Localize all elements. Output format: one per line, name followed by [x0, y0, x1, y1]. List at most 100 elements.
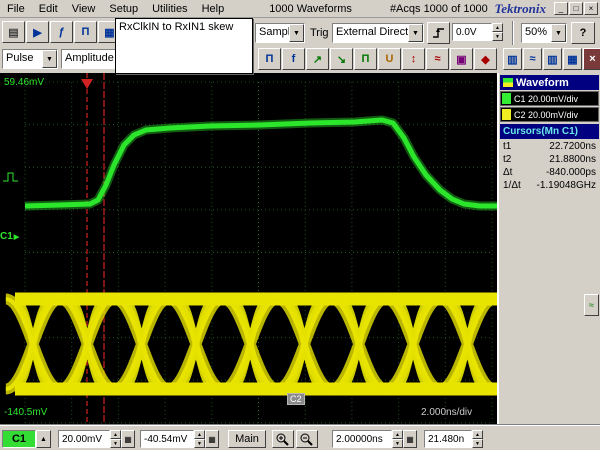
c1-waveform-trace — [25, 120, 497, 206]
chevron-down-icon[interactable]: ▼ — [408, 24, 423, 42]
scope-canvas — [0, 73, 497, 425]
cursors-header: Cursors(Mn C1) — [500, 124, 599, 139]
increment-button[interactable]: ▲ — [392, 430, 403, 439]
menu-utilities[interactable]: Utilities — [145, 2, 194, 16]
waveform-header-label: Waveform — [516, 77, 569, 89]
c1-channel-marker[interactable]: C1 ▶ — [0, 231, 19, 242]
status-bar: C1 ▲ 20.00mV ▲ ▼ ▦ -40.54mV ▲ ▼ ▦ Main — [0, 425, 600, 450]
chevron-down-icon[interactable]: ▼ — [551, 24, 566, 42]
eye-mask-icon[interactable]: ◆ — [474, 48, 497, 70]
main-timebase-button[interactable]: Main — [228, 430, 266, 448]
decrement-button[interactable]: ▼ — [110, 439, 121, 448]
increment-button[interactable]: ▲ — [194, 430, 205, 439]
channel-scale-label: C1 20.00mV/div — [514, 94, 578, 104]
mask-test-icon[interactable]: ▦ — [563, 48, 582, 70]
trigger-slope-button[interactable] — [427, 22, 450, 44]
pk-pk-icon[interactable]: ↕ — [402, 48, 425, 70]
context-help-button[interactable]: ? — [571, 22, 595, 44]
c1-waveform-trace — [25, 120, 497, 206]
channel-list: C1 20.00mV/div C2 20.00mV/div — [499, 91, 600, 122]
decrement-button[interactable]: ▼ — [194, 439, 205, 448]
vertical-position-control: -40.54mV ▲ ▼ ▦ — [140, 430, 219, 448]
menu-view[interactable]: View — [65, 2, 103, 16]
vertical-position-field[interactable]: -40.54mV — [140, 430, 194, 448]
pulse-define-icon[interactable]: Π — [74, 21, 97, 43]
cursor-readout-row: t221.8800ns — [499, 153, 600, 166]
math-fx-icon[interactable]: ƒ — [50, 21, 73, 43]
chevron-down-icon[interactable]: ▼ — [42, 50, 57, 68]
magnifier-plus-icon — [275, 432, 291, 447]
display-zoom-value: 50% — [522, 24, 551, 42]
keypad-icon[interactable]: ▦ — [205, 430, 219, 448]
increment-button[interactable]: ▲ — [492, 23, 503, 32]
rms-icon[interactable]: ≈ — [426, 48, 449, 70]
decrement-button[interactable]: ▼ — [492, 32, 503, 41]
zoom-out-button[interactable] — [296, 430, 318, 448]
period-icon[interactable]: Π — [258, 48, 281, 70]
minimize-button[interactable]: _ — [554, 2, 568, 15]
pos-width-icon[interactable]: Π — [354, 48, 377, 70]
readout-name: t1 — [503, 141, 511, 152]
c2-ground-marker: C2 — [287, 393, 305, 405]
channel-color-chip — [502, 109, 511, 120]
menu-edit[interactable]: Edit — [32, 2, 65, 16]
channel-row-c1[interactable]: C1 20.00mV/div — [500, 91, 599, 106]
readout-name: 1/Δt — [503, 180, 521, 191]
frequency-icon[interactable]: f — [282, 48, 305, 70]
keypad-icon[interactable]: ▦ — [403, 430, 417, 448]
decrement-button[interactable]: ▼ — [472, 439, 483, 448]
measurement-class-select[interactable]: Pulse ▼ — [2, 49, 58, 69]
arrow-right-icon: ▶ — [14, 233, 19, 241]
panel-toggle-button[interactable]: ≈ — [584, 294, 599, 316]
close-button[interactable]: × — [584, 2, 598, 15]
waveform-side-panel: Waveform C1 20.00mV/div C2 20.00mV/div Cu… — [497, 73, 600, 425]
pointer-icon[interactable]: ▶ — [26, 21, 49, 43]
trigger-source-select[interactable]: External Direct ▼ — [332, 23, 424, 43]
histogram-icon[interactable]: ▥ — [543, 48, 562, 70]
multiview-icon[interactable]: ▥ — [503, 48, 522, 70]
trig-label: Trig — [310, 27, 329, 39]
cursor-readout-row: t1 22.7200ns — [499, 140, 600, 153]
trigger-level-icon — [3, 173, 18, 181]
keypad-icon[interactable]: ▦ — [121, 430, 135, 448]
waveform-header: Waveform — [500, 75, 599, 90]
readout-name: t2 — [503, 154, 511, 165]
zoom-in-button[interactable] — [272, 430, 294, 448]
annotation-text: RxClkIN to RxIN1 skew — [119, 21, 233, 33]
menu-help[interactable]: Help — [195, 2, 232, 16]
help-icon: ? — [580, 27, 587, 39]
neg-width-icon[interactable]: U — [378, 48, 401, 70]
printer-icon[interactable]: ▤ — [2, 21, 25, 43]
channel-select[interactable]: C1 ▲ — [2, 430, 51, 448]
cursor-readout-row: Δt-840.000ps — [499, 166, 600, 179]
chevron-down-icon[interactable]: ▼ — [289, 24, 304, 42]
vertical-scale-control: 20.00mV ▲ ▼ ▦ — [58, 430, 135, 448]
maximize-button[interactable]: □ — [569, 2, 583, 15]
trigger-level-field[interactable]: 0.0V — [452, 23, 492, 41]
rise-time-icon[interactable]: ↗ — [306, 48, 329, 70]
trigger-source-value: External Direct — [333, 24, 408, 42]
close-toolbar-icon[interactable]: × — [583, 48, 600, 70]
increment-button[interactable]: ▲ — [110, 430, 121, 439]
rising-edge-icon — [431, 25, 447, 41]
vertical-scale-field[interactable]: 20.00mV — [58, 430, 110, 448]
waveform-display[interactable]: 59.46mV C1 ▶ -140.5mV C2 2.000ns/div — [0, 73, 497, 425]
toolbar-separator — [512, 21, 514, 45]
readout-value: 22.7200ns — [549, 141, 596, 152]
channel-row-c2[interactable]: C2 20.00mV/div — [500, 107, 599, 122]
channel-select-value[interactable]: C1 — [2, 430, 36, 448]
chevron-up-icon[interactable]: ▲ — [36, 430, 51, 448]
fall-time-icon[interactable]: ↘ — [330, 48, 353, 70]
display-zoom-select[interactable]: 50% ▼ — [521, 23, 567, 43]
gated-measure-icon[interactable]: ▣ — [450, 48, 473, 70]
acquisition-mode-select[interactable]: Sample ▼ — [255, 23, 305, 43]
readout-value: -1.19048GHz — [537, 180, 596, 191]
menu-file[interactable]: File — [0, 2, 32, 16]
menu-setup[interactable]: Setup — [102, 2, 145, 16]
annotation-popup[interactable]: RxClkIN to RxIN1 skew — [115, 18, 253, 74]
decrement-button[interactable]: ▼ — [392, 439, 403, 448]
horizontal-position-field[interactable]: 21.480n — [424, 430, 472, 448]
horizontal-scale-field[interactable]: 2.00000ns — [332, 430, 392, 448]
waveform-db-icon[interactable]: ≈ — [523, 48, 542, 70]
increment-button[interactable]: ▲ — [472, 430, 483, 439]
